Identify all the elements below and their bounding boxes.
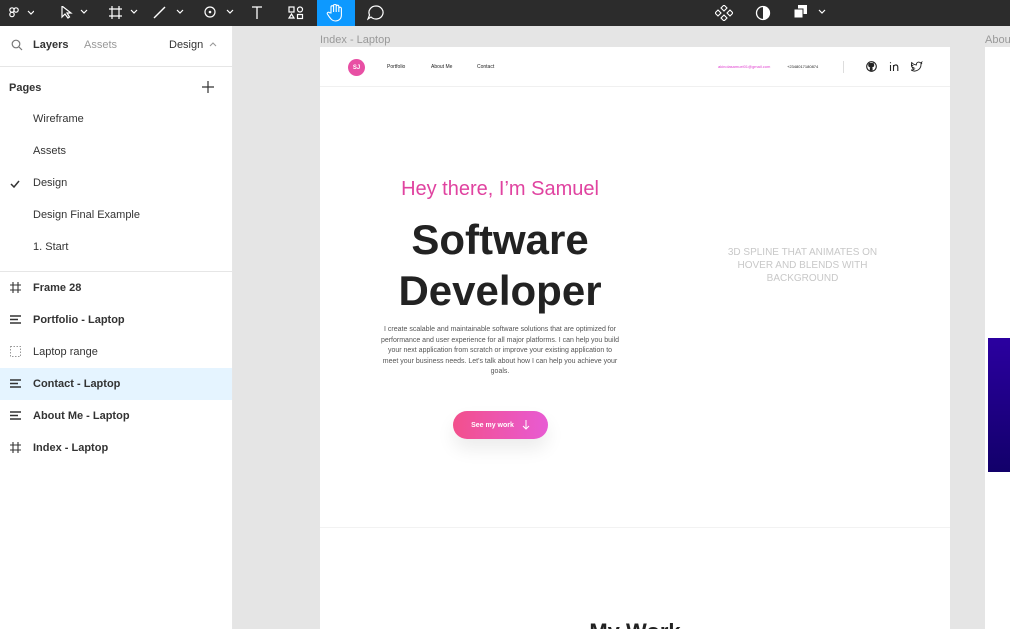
layer-item-label: About Me - Laptop	[33, 410, 130, 422]
section-divider	[320, 527, 950, 528]
pen-tool-button[interactable]	[202, 0, 236, 26]
layer-item-frame-28[interactable]: Frame 28	[0, 272, 232, 304]
tab-design[interactable]: Design	[169, 39, 203, 51]
hand-tool-button[interactable]	[317, 0, 355, 26]
move-tool-button[interactable]	[58, 0, 90, 26]
site-navbar: SJ Portfolio About Me Contact akinolasam…	[320, 47, 950, 87]
arrow-down-icon	[522, 420, 530, 430]
layer-item-contact-laptop[interactable]: Contact - Laptop	[0, 368, 232, 400]
frame-label-index[interactable]: Index - Laptop	[320, 34, 390, 46]
chevron-up-icon[interactable]	[209, 41, 217, 47]
panel-tabs: Layers Assets Design	[0, 26, 232, 67]
nav-divider	[843, 61, 844, 73]
page-item-wireframe[interactable]: Wireframe	[0, 105, 232, 137]
layers-list: Frame 28 Portfolio - Laptop Laptop range…	[0, 272, 232, 464]
auto-layout-icon	[10, 315, 21, 324]
layer-item-index-laptop[interactable]: Index - Laptop	[0, 432, 232, 464]
layer-item-label: Frame 28	[33, 282, 82, 294]
nav-phone-number: +2348017180874	[787, 64, 819, 69]
github-icon[interactable]	[866, 61, 877, 72]
check-icon	[10, 180, 20, 188]
layer-item-portfolio-laptop[interactable]: Portfolio - Laptop	[0, 304, 232, 336]
text-t-icon	[252, 6, 262, 19]
page-item-label: Design	[33, 177, 68, 189]
layer-item-about-me-laptop[interactable]: About Me - Laptop	[0, 400, 232, 432]
nav-link-about-me[interactable]: About Me	[431, 64, 452, 70]
section-dashed-icon	[10, 346, 21, 357]
frame-icon	[10, 442, 21, 453]
design-canvas[interactable]: Index - Laptop Abou SJ Portfolio About M…	[234, 26, 1010, 629]
line-tool-icon	[153, 6, 184, 19]
hero-bio: I create scalable and maintainable softw…	[380, 326, 620, 375]
hero-headline-line1: Software	[411, 216, 589, 263]
page-item-design[interactable]: Design	[0, 169, 232, 201]
spline-placeholder-note: 3D SPLINE THAT ANIMATES ON HOVER AND BLE…	[727, 247, 878, 284]
cta-label: See my work	[471, 421, 514, 429]
nav-link-contact[interactable]: Contact	[477, 64, 494, 70]
nav-link-portfolio[interactable]: Portfolio	[387, 64, 405, 70]
figma-logo-icon	[9, 7, 34, 18]
frame-label-about[interactable]: Abou	[985, 34, 1010, 46]
top-toolbar	[0, 0, 1010, 26]
pages-title: Pages	[9, 82, 42, 94]
tab-assets[interactable]: Assets	[84, 39, 117, 51]
layer-item-laptop-range[interactable]: Laptop range	[0, 336, 232, 368]
resources-tool-button[interactable]	[284, 0, 308, 26]
page-item-label: Assets	[33, 145, 67, 157]
twitter-icon[interactable]	[911, 61, 923, 72]
auto-layout-icon	[10, 379, 21, 388]
text-tool-button[interactable]	[248, 0, 266, 26]
pages-header: Pages	[0, 67, 232, 105]
cursor-arrow-icon	[61, 6, 88, 19]
site-logo[interactable]: SJ	[348, 59, 365, 76]
hero-greeting: Hey there, I’m Samuel	[401, 178, 599, 200]
layer-item-label: Laptop range	[33, 346, 98, 358]
hero-headline-line2: Developer	[398, 267, 602, 314]
comment-bubble-icon	[367, 5, 384, 21]
frame-tool-button[interactable]	[108, 0, 140, 26]
hand-icon	[326, 4, 342, 22]
frame-icon	[10, 282, 21, 293]
frame-grid-icon	[109, 6, 138, 19]
add-page-plus-icon[interactable]	[202, 81, 214, 93]
layer-item-label: Contact - Laptop	[33, 378, 121, 390]
shape-tool-button[interactable]	[152, 0, 186, 26]
page-item-label: 1. Start	[33, 241, 69, 253]
comment-tool-button[interactable]	[364, 0, 388, 26]
components-diamond-icon	[288, 6, 304, 20]
frame-index-laptop[interactable]: SJ Portfolio About Me Contact akinolasam…	[320, 47, 950, 629]
main-menu-button[interactable]	[6, 0, 36, 26]
layer-item-label: Index - Laptop	[33, 442, 109, 454]
layer-item-label: Portfolio - Laptop	[33, 314, 125, 326]
about-frame-gradient-block	[988, 338, 1010, 472]
boolean-button[interactable]	[792, 0, 828, 26]
page-item-assets[interactable]: Assets	[0, 137, 232, 169]
nav-email-link[interactable]: akinolasamuel01@gmail.com	[718, 64, 770, 69]
page-item-design-final-example[interactable]: Design Final Example	[0, 201, 232, 233]
tab-layers[interactable]: Layers	[33, 39, 68, 51]
hero-headline: Software Developer	[320, 214, 680, 316]
linkedin-icon[interactable]	[889, 61, 900, 72]
contrast-half-circle-icon	[755, 5, 771, 21]
page-item-start[interactable]: 1. Start	[0, 233, 232, 265]
my-work-section-title: My Work	[320, 619, 950, 629]
auto-layout-icon	[10, 411, 21, 420]
pen-nib-icon	[204, 6, 234, 18]
see-my-work-button[interactable]: See my work	[453, 411, 548, 439]
layers-panel: Layers Assets Design Pages Wireframe Ass…	[0, 26, 233, 629]
mask-button[interactable]	[752, 0, 774, 26]
boolean-union-icon	[793, 5, 826, 19]
search-icon[interactable]	[11, 39, 23, 51]
page-item-label: Wireframe	[33, 113, 84, 125]
page-item-label: Design Final Example	[33, 209, 140, 221]
components-button[interactable]	[712, 0, 736, 26]
pages-list: Wireframe Assets Design Design Final Exa…	[0, 105, 232, 265]
component-diamonds-icon	[715, 5, 733, 21]
